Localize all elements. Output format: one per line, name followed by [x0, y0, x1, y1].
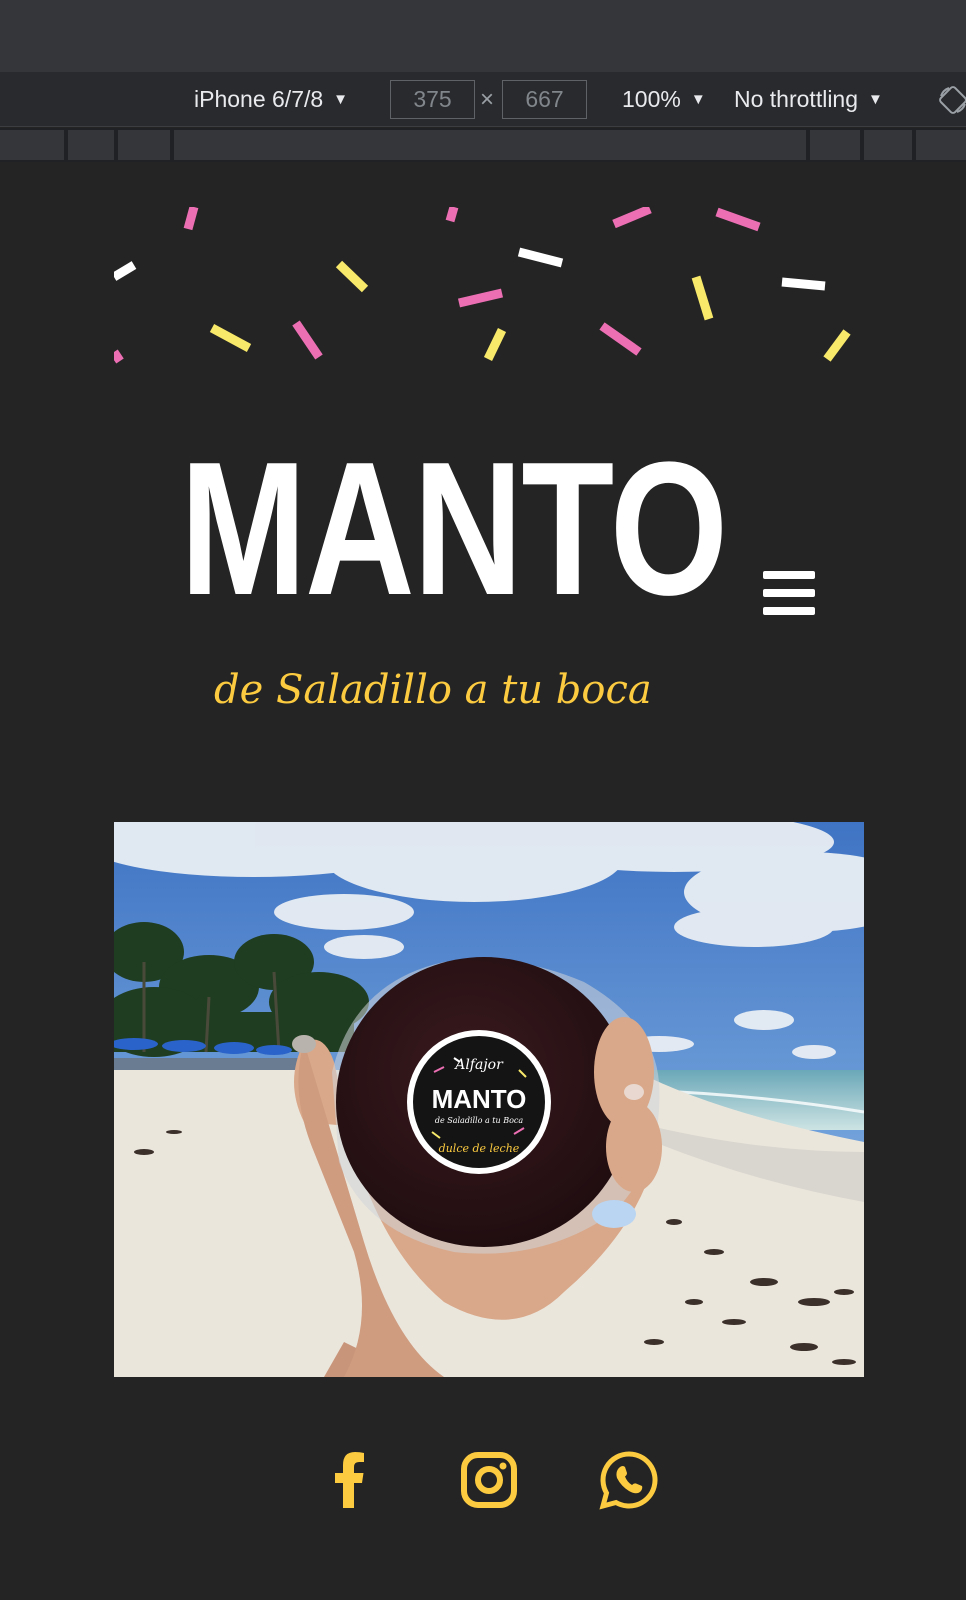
caret-down-icon: ▼ [690, 91, 706, 108]
hamburger-menu-icon[interactable] [763, 571, 815, 616]
media-query-segment[interactable] [0, 130, 64, 160]
devtools-top-bar [0, 0, 966, 72]
confetti-decoration [114, 207, 851, 364]
hero-image: Alfajor MANTO de Saladillo a tu Boca dul… [114, 822, 864, 1377]
caret-down-icon: ▼ [333, 91, 349, 108]
zoom-select[interactable]: 100% ▼ [622, 72, 706, 127]
media-query-segment[interactable] [68, 130, 114, 160]
site-logo[interactable]: MANTO [180, 434, 728, 624]
package-sub-text: de Saladillo a tu Boca [435, 1116, 524, 1125]
throttling-select[interactable]: No throttling ▼ [734, 72, 883, 127]
facebook-icon[interactable] [320, 1450, 380, 1510]
package-bottom-text: dulce de leche [439, 1142, 520, 1155]
media-query-segment[interactable] [118, 130, 170, 160]
media-query-segment[interactable] [810, 130, 860, 160]
rotate-icon[interactable] [937, 84, 966, 116]
package-brand-text: MANTO [432, 1084, 527, 1114]
width-input[interactable]: 375 [390, 80, 475, 119]
media-query-segment[interactable] [864, 130, 912, 160]
device-select[interactable]: iPhone 6/7/8 ▼ [194, 72, 348, 127]
throttling-select-label: No throttling [734, 86, 859, 112]
media-query-segment[interactable] [916, 130, 966, 160]
instagram-icon[interactable] [459, 1450, 519, 1510]
page-viewport: MANTO de Saladillo a tu boca Alfajor MAN… [0, 162, 966, 1600]
media-query-segment[interactable] [174, 130, 806, 160]
device-select-label: iPhone 6/7/8 [194, 86, 324, 112]
whatsapp-icon[interactable] [599, 1450, 659, 1510]
media-query-bar [0, 128, 966, 162]
device-toolbar: iPhone 6/7/8 ▼ 375 × 667 100% ▼ No throt… [0, 72, 966, 127]
site-tagline: de Saladillo a tu boca [214, 667, 652, 713]
dimension-separator: × [480, 85, 495, 113]
height-input[interactable]: 667 [502, 80, 587, 119]
caret-down-icon: ▼ [868, 91, 883, 108]
package-top-text: Alfajor [453, 1057, 504, 1073]
zoom-select-label: 100% [622, 86, 681, 112]
